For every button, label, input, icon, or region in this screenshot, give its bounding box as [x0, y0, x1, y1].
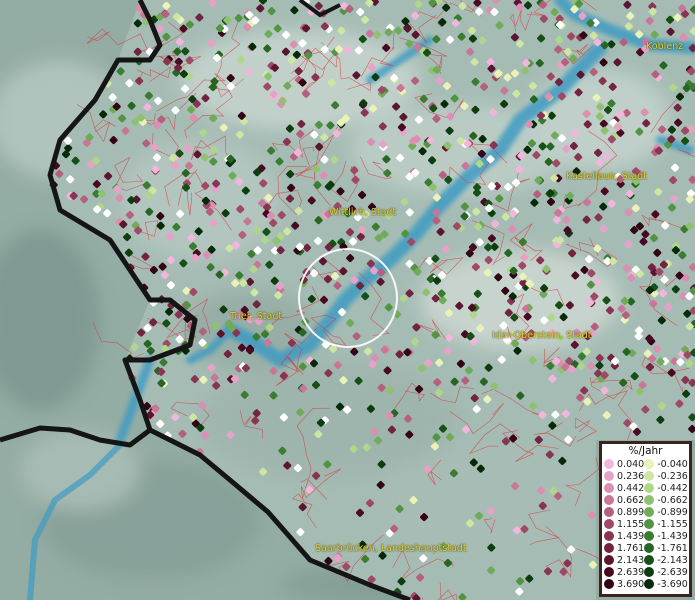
legend-swatch	[604, 567, 614, 577]
legend-label: 0.442	[617, 482, 645, 494]
legend-swatch	[644, 567, 655, 577]
legend-swatch	[604, 495, 614, 505]
legend-swatch	[644, 471, 655, 481]
legend-swatch	[604, 531, 614, 541]
legend-swatch	[604, 543, 614, 553]
legend-label: 3.690	[617, 578, 645, 590]
legend-label: -1.439	[657, 530, 688, 542]
legend-swatch	[604, 483, 614, 493]
place-label-trier: Trier, Stadt	[230, 311, 283, 322]
legend-label: 1.439	[617, 530, 645, 542]
legend-label: 0.236	[617, 470, 645, 482]
legend-positive-column: 0.040 0.236 0.442 0.662 0.899 1.155 1.439 1.761…	[604, 458, 644, 590]
legend-swatch	[644, 495, 655, 505]
legend-entry: -0.899	[644, 506, 688, 518]
map-canvas[interactable]: Koblenz Kastellaun, Stadt Wittlich, Stad…	[0, 0, 695, 600]
legend-label: -0.662	[657, 494, 688, 506]
legend-entry: -0.236	[644, 470, 688, 482]
legend-entry: 1.439	[604, 530, 644, 542]
legend-entry: 0.236	[604, 470, 644, 482]
legend-swatch	[644, 543, 655, 553]
legend-label: 1.761	[617, 542, 645, 554]
legend-swatch	[604, 519, 614, 529]
legend-entry: -3.690	[644, 578, 688, 590]
legend-entry: -1.155	[644, 518, 688, 530]
legend-swatch	[604, 471, 614, 481]
legend-label: -2.143	[657, 554, 688, 566]
legend-label: -3.690	[657, 578, 688, 590]
legend-entry: 0.442	[604, 482, 644, 494]
legend-swatch	[644, 579, 655, 589]
legend-entry: 2.639	[604, 566, 644, 578]
terrain-map	[0, 0, 695, 600]
legend-label: -1.155	[657, 518, 688, 530]
legend-entry: 0.899	[604, 506, 644, 518]
legend-swatch	[604, 459, 614, 469]
legend-swatch	[644, 519, 655, 529]
legend-entry: 0.662	[604, 494, 644, 506]
place-label-kastellaun: Kastellaun, Stadt	[566, 171, 647, 182]
legend-label: 2.639	[617, 566, 645, 578]
legend-entry: 2.143	[604, 554, 644, 566]
legend-title: %/Jahr	[628, 445, 663, 457]
legend-swatch	[644, 459, 655, 469]
legend-entry: -0.662	[644, 494, 688, 506]
legend: %/Jahr 0.040 0.236 0.442 0.662 0.899 1.155 1.4…	[599, 441, 692, 597]
legend-label: -0.442	[657, 482, 688, 494]
legend-label: -0.040	[657, 458, 688, 470]
legend-entry: 3.690	[604, 578, 644, 590]
legend-swatch	[644, 507, 655, 517]
legend-entry: -1.761	[644, 542, 688, 554]
legend-swatch	[604, 555, 614, 565]
legend-label: -0.899	[657, 506, 688, 518]
legend-entry: 0.040	[604, 458, 644, 470]
legend-swatch	[604, 507, 614, 517]
legend-swatch	[644, 531, 655, 541]
legend-entry: -2.639	[644, 566, 688, 578]
legend-swatch	[644, 483, 655, 493]
legend-entry: -1.439	[644, 530, 688, 542]
legend-label: 1.155	[617, 518, 645, 530]
legend-label: 2.143	[617, 554, 645, 566]
legend-label: -2.639	[657, 566, 688, 578]
place-label-idar-oberstein: Idar-Oberstein, Stadt	[492, 330, 592, 341]
place-label-wittlich: Wittlich, Stadt	[329, 207, 397, 218]
place-label-saarbruecken: Saarbrücken, Landeshauptstadt	[315, 543, 467, 554]
legend-negative-column: -0.040 -0.236 -0.442 -0.662 -0.899 -1.155 -1.4…	[644, 458, 688, 590]
legend-label: 0.899	[617, 506, 645, 518]
legend-entry: -0.442	[644, 482, 688, 494]
legend-swatch	[604, 579, 614, 589]
place-label-koblenz: Koblenz	[646, 41, 684, 52]
legend-entry: -2.143	[644, 554, 688, 566]
legend-label: 0.040	[617, 458, 645, 470]
legend-swatch	[644, 555, 655, 565]
legend-label: -0.236	[657, 470, 688, 482]
legend-entry: 1.155	[604, 518, 644, 530]
legend-label: -1.761	[657, 542, 688, 554]
legend-entry: -0.040	[644, 458, 688, 470]
legend-label: 0.662	[617, 494, 645, 506]
legend-entry: 1.761	[604, 542, 644, 554]
